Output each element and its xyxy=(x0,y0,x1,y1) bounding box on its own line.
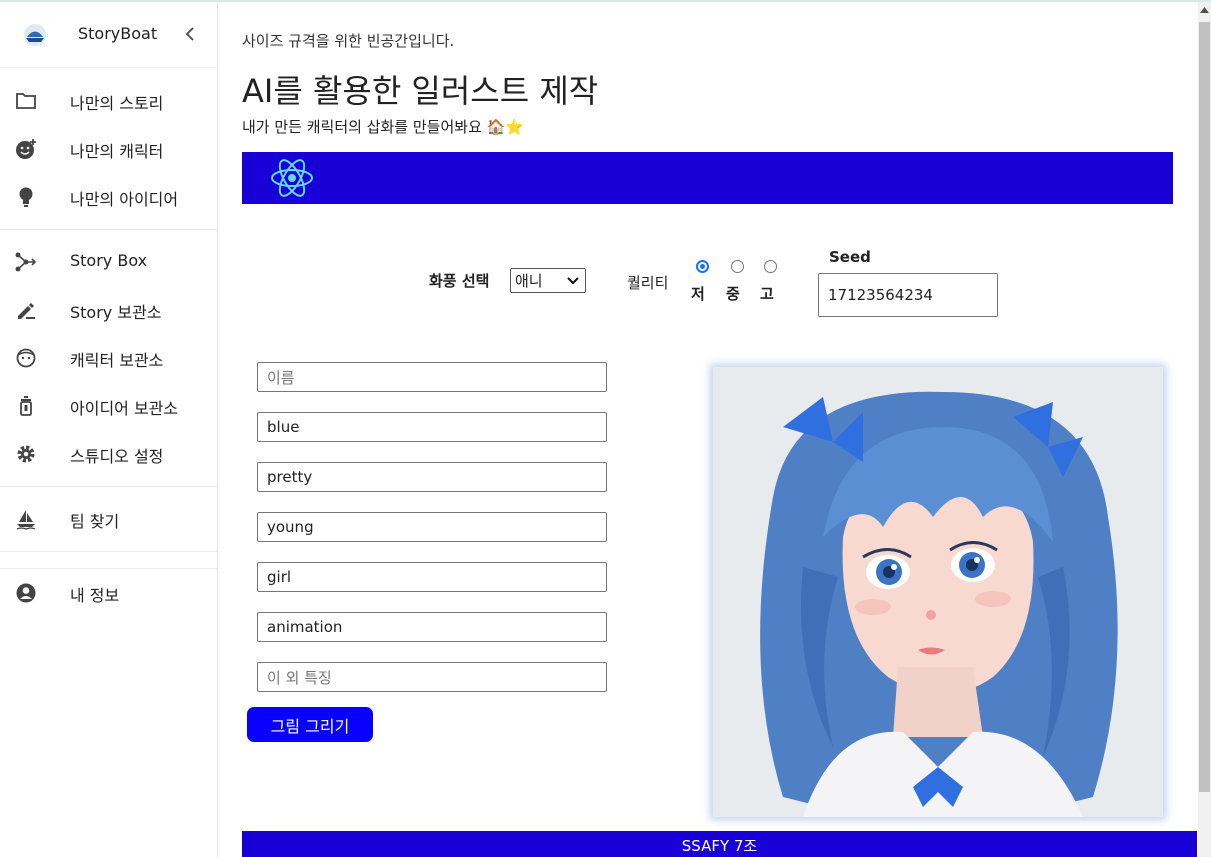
quality-radio-mid[interactable] xyxy=(731,260,744,273)
footer: SSAFY 7조 xyxy=(242,831,1197,857)
sidebar-item-label: 나만의 스토리 xyxy=(70,94,164,113)
add-emoji-icon xyxy=(16,139,36,159)
sidebar-item-my-characters[interactable]: 나만의 캐릭터 xyxy=(0,128,217,168)
sidebar-item-label: Story 보관소 xyxy=(70,303,162,322)
sidebar-item-label: 아이디어 보관소 xyxy=(70,399,179,418)
lantern-icon xyxy=(20,396,32,416)
account-circle-icon xyxy=(16,583,36,603)
share-nodes-icon xyxy=(15,252,37,272)
sidebar-item-label: Story Box xyxy=(70,251,148,270)
scroll-up-arrow-icon[interactable] xyxy=(1200,6,1209,13)
face-icon xyxy=(16,348,36,368)
seed-input[interactable]: 17123564234 xyxy=(818,273,998,317)
sidebar-item-my-info[interactable]: 내 정보 xyxy=(0,572,217,612)
page-subtitle: 내가 만든 캐릭터의 삽화를 만들어봐요 🏠⭐ xyxy=(242,118,524,136)
sidebar-item-my-ideas[interactable]: 나만의 아이디어 xyxy=(0,176,217,216)
sidebar-item-find-team[interactable]: 팀 찾기 xyxy=(0,498,217,538)
sidebar-item-story-box[interactable]: Story Box xyxy=(0,241,217,281)
name-input[interactable]: 이름 xyxy=(257,362,607,392)
keyword-input-3[interactable]: young xyxy=(257,512,607,542)
sidebar-item-label: 내 정보 xyxy=(70,586,120,605)
chevron-down-icon xyxy=(567,277,579,285)
draw-button[interactable]: 그림 그리기 xyxy=(247,707,373,742)
sidebar-divider xyxy=(0,551,217,552)
sidebar-item-label: 팀 찾기 xyxy=(70,512,120,531)
vertical-scrollbar[interactable] xyxy=(1198,2,1211,857)
generated-illustration xyxy=(713,367,1163,817)
sidebar-item-label: 나만의 캐릭터 xyxy=(70,142,164,161)
keyword-input-5[interactable]: animation xyxy=(257,612,607,642)
sidebar-divider xyxy=(0,229,217,230)
quality-option-high-label: 고 xyxy=(760,285,774,303)
style-select[interactable]: 애니 xyxy=(510,268,586,293)
sidebar-item-story-storage[interactable]: Story 보관소 xyxy=(0,289,217,329)
lightbulb-icon xyxy=(19,187,33,207)
sidebar-item-my-stories[interactable]: 나만의 스토리 xyxy=(0,80,217,120)
quality-option-mid-label: 중 xyxy=(726,285,740,303)
seed-label: Seed xyxy=(829,248,871,266)
chevron-left-icon[interactable] xyxy=(182,25,198,43)
storyboat-logo-icon xyxy=(24,24,46,46)
quality-label: 퀄리티 xyxy=(627,274,669,292)
sidebar: StoryBoat 나만의 스토리 나만의 캐릭터 나만의 아이디어 Story… xyxy=(0,2,218,857)
quality-radio-low[interactable] xyxy=(696,260,709,273)
brand-name[interactable]: StoryBoat xyxy=(78,24,157,43)
scrollbar-thumb[interactable] xyxy=(1199,22,1210,792)
style-select-value: 애니 xyxy=(515,272,543,290)
main-content: 사이즈 규격을 위한 빈공간입니다. AI를 활용한 일러스트 제작 내가 만든… xyxy=(218,2,1198,857)
page-title: AI를 활용한 일러스트 제작 xyxy=(242,72,599,110)
sidebar-item-label: 스튜디오 설정 xyxy=(70,447,164,466)
folder-icon xyxy=(16,93,36,109)
other-features-input[interactable]: 이 외 특징 xyxy=(257,662,607,692)
sailboat-icon xyxy=(16,510,36,530)
gear-icon xyxy=(17,445,35,463)
react-logo-icon xyxy=(271,159,313,197)
sidebar-item-label: 나만의 아이디어 xyxy=(70,190,179,209)
keyword-input-4[interactable]: girl xyxy=(257,562,607,592)
sidebar-item-idea-storage[interactable]: 아이디어 보관소 xyxy=(0,385,217,425)
sidebar-item-studio-settings[interactable]: 스튜디오 설정 xyxy=(0,433,217,473)
quality-option-low-label: 저 xyxy=(691,285,705,303)
style-select-label: 화풍 선택 xyxy=(429,272,490,290)
sidebar-item-label: 캐릭터 보관소 xyxy=(70,351,164,370)
keyword-input-1[interactable]: blue xyxy=(257,412,607,442)
spacer-note: 사이즈 규격을 위한 빈공간입니다. xyxy=(242,32,455,50)
pencil-icon xyxy=(18,303,35,319)
sidebar-divider xyxy=(0,486,217,487)
sidebar-divider xyxy=(0,568,217,569)
quality-radio-high[interactable] xyxy=(764,260,777,273)
app-window: StoryBoat 나만의 스토리 나만의 캐릭터 나만의 아이디어 Story… xyxy=(0,0,1211,857)
sidebar-header: StoryBoat xyxy=(0,2,217,68)
header-banner xyxy=(242,152,1173,204)
sidebar-item-character-storage[interactable]: 캐릭터 보관소 xyxy=(0,337,217,377)
keyword-input-2[interactable]: pretty xyxy=(257,462,607,492)
